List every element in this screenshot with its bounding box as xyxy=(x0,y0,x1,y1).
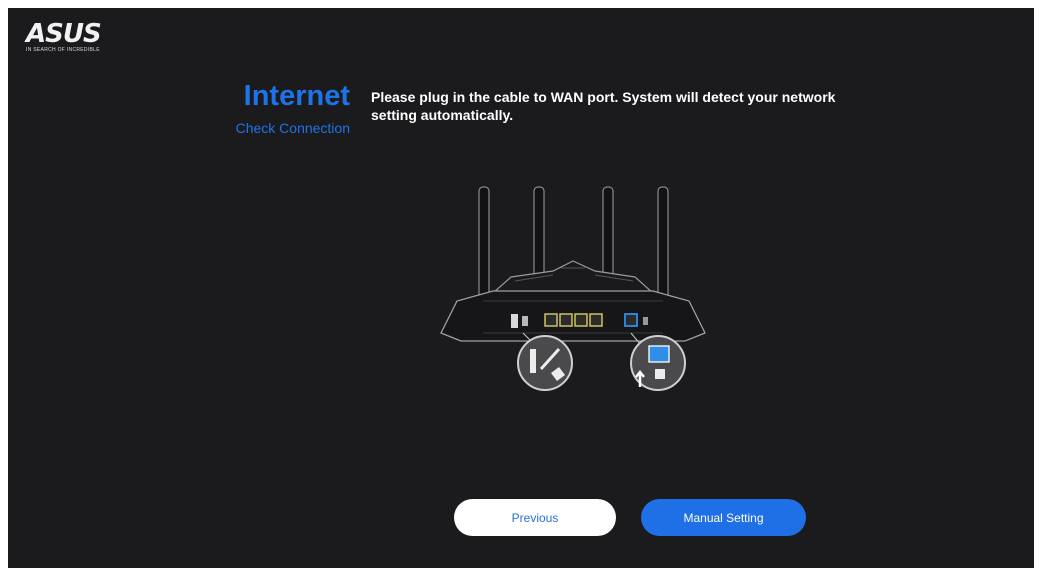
router-illustration xyxy=(440,186,706,391)
instruction-text: Please plug in the cable to WAN port. Sy… xyxy=(371,89,836,123)
router-icon xyxy=(440,186,706,342)
asus-logo: ASUS IN SEARCH OF INCREDIBLE xyxy=(26,19,102,53)
page-subtitle: Check Connection xyxy=(235,120,350,136)
logo-tagline: IN SEARCH OF INCREDIBLE xyxy=(26,47,100,53)
logo-text: ASUS xyxy=(26,19,102,49)
previous-button[interactable]: Previous xyxy=(454,499,616,536)
page-title: Internet xyxy=(243,80,350,112)
setup-screen: ASUS IN SEARCH OF INCREDIBLE Internet Ch… xyxy=(8,8,1034,568)
manual-setting-button[interactable]: Manual Setting xyxy=(641,499,806,536)
